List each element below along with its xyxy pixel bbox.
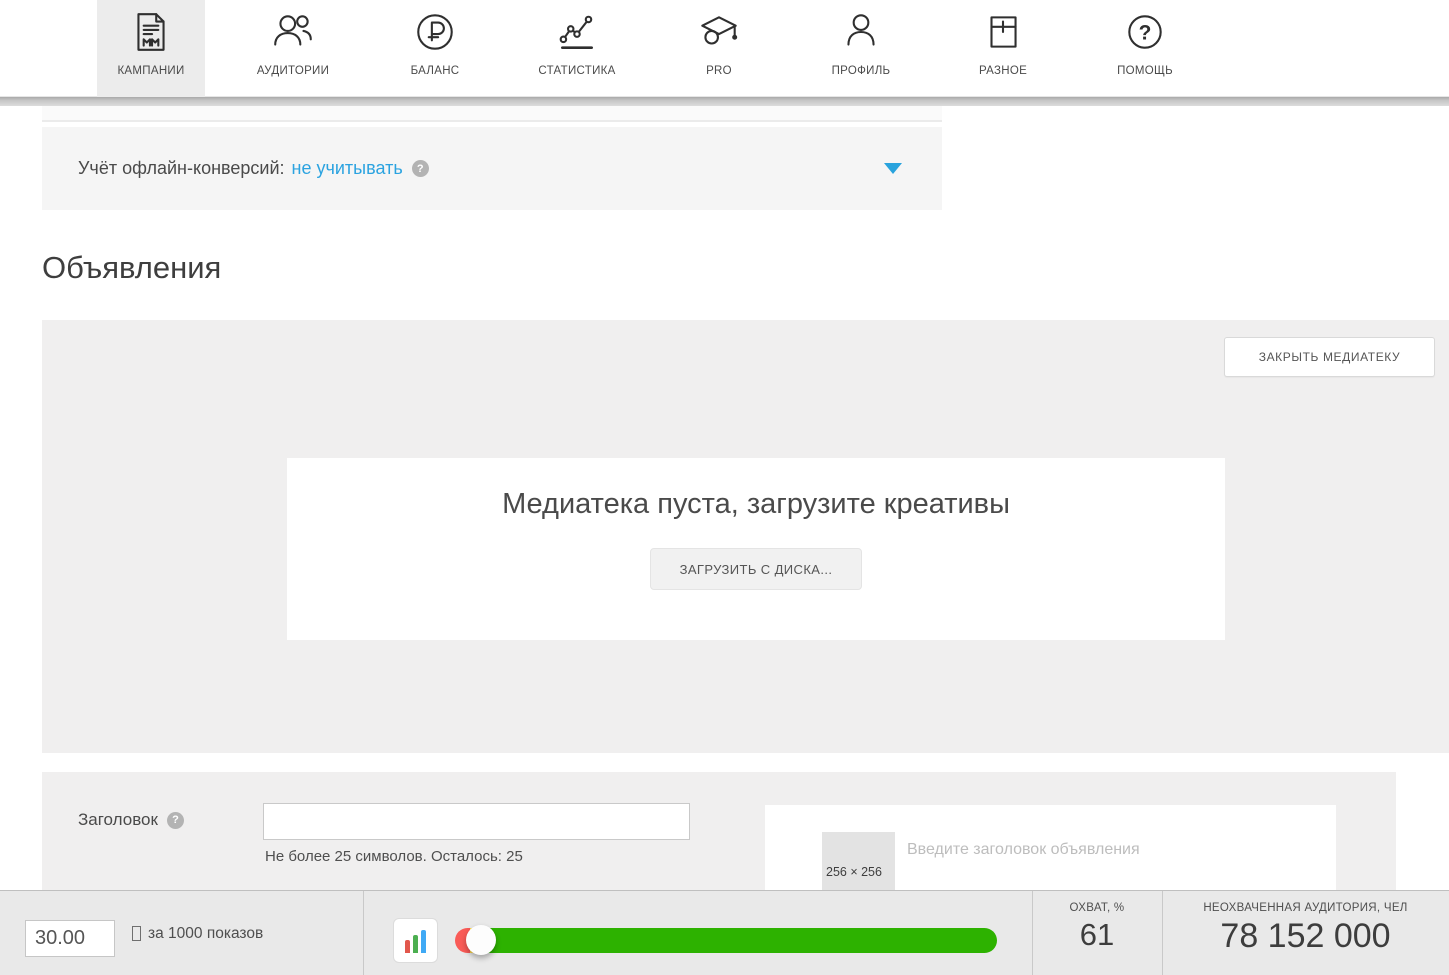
ruble-missing-glyph-icon xyxy=(132,926,141,941)
nav-item-help[interactable]: ? ПОМОЩЬ xyxy=(1091,0,1199,97)
media-library-empty-message: Медиатека пуста, загрузите креативы xyxy=(287,458,1225,521)
bid-slider-handle[interactable] xyxy=(466,925,496,955)
statistics-chart-icon xyxy=(554,9,600,60)
bar-chart-icon xyxy=(421,930,426,953)
nav-item-misc[interactable]: РАЗНОЕ xyxy=(949,0,1057,97)
ad-title-placeholder-text: Введите заголовок объявления xyxy=(907,841,1140,859)
bid-slider[interactable] xyxy=(455,928,997,953)
help-question-icon[interactable]: ? xyxy=(412,160,429,177)
nav-item-audiences[interactable]: АУДИТОРИИ xyxy=(239,0,347,97)
offline-conversions-panel: Учёт офлайн-конверсий: не учитывать ? xyxy=(42,127,942,210)
unreached-audience-label: НЕОХВАЧЕННАЯ АУДИТОРИЯ, ЧЕЛ xyxy=(1162,902,1449,914)
title-input[interactable] xyxy=(263,803,690,840)
help-question-icon: ? xyxy=(1122,9,1168,60)
misc-grid-plus-icon xyxy=(980,9,1026,60)
bid-price-input[interactable] xyxy=(25,920,115,957)
upload-from-disk-button[interactable]: ЗАГРУЗИТЬ С ДИСКА... xyxy=(650,548,862,590)
nav-label: АУДИТОРИИ xyxy=(257,65,329,77)
media-library-empty-state: Медиатека пуста, загрузите креативы ЗАГР… xyxy=(287,458,1225,640)
nav-item-pro[interactable]: PRO xyxy=(665,0,773,97)
chevron-down-icon[interactable] xyxy=(884,163,902,174)
bar-chart-icon xyxy=(413,935,418,953)
bid-and-reach-footer: за 1000 показов ОХВАТ, % 61 НЕОХВАЧЕННАЯ… xyxy=(0,890,1449,975)
bid-price-unit: за 1000 показов xyxy=(132,891,263,975)
price-chart-button[interactable] xyxy=(393,918,438,963)
pro-graduation-cap-icon xyxy=(696,9,742,60)
nav-label: КАМПАНИИ xyxy=(117,65,184,77)
profile-person-icon xyxy=(838,9,884,60)
title-field-hint: Не более 25 символов. Осталось: 25 xyxy=(265,848,523,865)
reach-value: 61 xyxy=(1032,917,1162,953)
nav-item-profile[interactable]: ПРОФИЛЬ xyxy=(807,0,915,97)
audiences-people-icon xyxy=(270,9,316,60)
ad-image-size-label: 256 × 256 xyxy=(826,865,882,879)
nav-label: СТАТИСТИКА xyxy=(538,65,615,77)
nav-item-campaigns[interactable]: КАМПАНИИ xyxy=(97,0,205,97)
nav-item-statistics[interactable]: СТАТИСТИКА xyxy=(523,0,631,97)
mytarget-campaign-editor: КАМПАНИИ АУДИТОРИИ БАЛАНС xyxy=(0,0,1449,975)
ads-section-title: Объявления xyxy=(42,250,221,286)
nav-label: ПОМОЩЬ xyxy=(1117,65,1173,77)
balance-ruble-icon xyxy=(412,9,458,60)
nav-label: ПРОФИЛЬ xyxy=(832,65,891,77)
bar-chart-icon xyxy=(405,940,410,953)
bid-slider-track[interactable] xyxy=(455,928,997,953)
nav-label: РАЗНОЕ xyxy=(979,65,1027,77)
nav-label: БАЛАНС xyxy=(411,65,460,77)
svg-text:?: ? xyxy=(1139,21,1152,44)
horizontal-scrollbar[interactable] xyxy=(0,97,1449,106)
media-library-panel: ЗАКРЫТЬ МЕДИАТЕКУ Медиатека пуста, загру… xyxy=(42,320,1449,753)
unreached-stat-block: НЕОХВАЧЕННАЯ АУДИТОРИЯ, ЧЕЛ 78 152 000 xyxy=(1162,891,1449,975)
reach-label: ОХВАТ, % xyxy=(1032,902,1162,914)
offline-conversions-value-link[interactable]: не учитывать xyxy=(292,158,403,179)
nav-item-balance[interactable]: БАЛАНС xyxy=(381,0,489,97)
unreached-audience-value: 78 152 000 xyxy=(1162,917,1449,956)
campaigns-document-icon xyxy=(128,9,174,60)
offline-conversions-label: Учёт офлайн-конверсий: xyxy=(78,158,285,179)
title-field-label: Заголовок xyxy=(78,810,158,830)
help-question-icon[interactable]: ? xyxy=(167,812,184,829)
reach-stat-block: ОХВАТ, % 61 xyxy=(1032,891,1162,975)
title-field-label-row: Заголовок ? xyxy=(78,810,184,830)
footer-divider xyxy=(363,891,364,975)
bid-price-unit-label: за 1000 показов xyxy=(148,925,263,943)
previous-panel-edge xyxy=(42,106,942,122)
close-media-library-button[interactable]: ЗАКРЫТЬ МЕДИАТЕКУ xyxy=(1224,337,1435,377)
nav-label: PRO xyxy=(706,65,732,77)
top-navigation: КАМПАНИИ АУДИТОРИИ БАЛАНС xyxy=(0,0,1449,97)
